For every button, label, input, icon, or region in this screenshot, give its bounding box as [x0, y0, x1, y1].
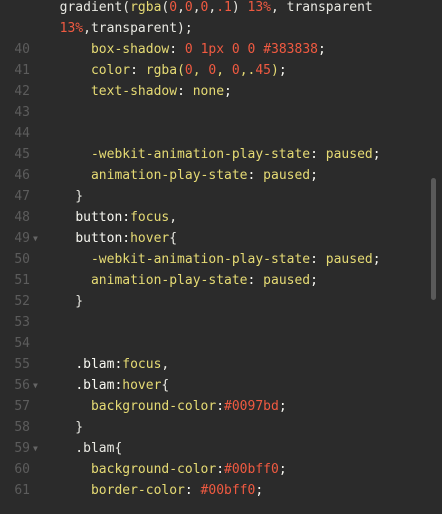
line-number: 59 [14, 441, 30, 456]
code-line: 43 [0, 102, 428, 123]
line-number: 41 [14, 63, 30, 78]
code-text: border-color: #00bff0; [90, 483, 264, 498]
code-line: 55 .blam:focus, [0, 354, 428, 375]
code-text: animation-play-state: paused; [90, 273, 318, 288]
line-number: 45 [14, 147, 30, 162]
code-line: 45 -webkit-animation-play-state: paused; [0, 144, 428, 165]
line-number: 40 [14, 42, 30, 57]
line-number: 55 [14, 357, 30, 372]
code-text: } [44, 420, 84, 435]
line-number: 49 [14, 231, 30, 246]
line-number: 58 [14, 420, 30, 435]
code-line: 61 border-color: #00bff0; [0, 480, 428, 501]
code-text: 13%,transparent); [59, 21, 193, 36]
line-number: 52 [14, 294, 30, 309]
line-number: 61 [14, 483, 30, 498]
code-line: 42 text-shadow: none; [0, 81, 428, 102]
code-line: 40 box-shadow: 0 1px 0 0 #383838; [0, 39, 428, 60]
code-text: animation-play-state: paused; [90, 168, 318, 183]
code-line: 52 } [0, 291, 428, 312]
code-line: 51 animation-play-state: paused; [0, 270, 428, 291]
scrollbar-thumb[interactable] [431, 178, 436, 300]
fold-arrow-icon[interactable]: ▼ [33, 228, 38, 249]
code-line: 48 button:focus, [0, 207, 428, 228]
code-text: } [44, 189, 84, 204]
code-line: 58 } [0, 417, 428, 438]
code-text: background-color:#00bff0; [90, 462, 287, 477]
code-line: 41 color: rgba(0, 0, 0,.45); [0, 60, 428, 81]
code-line: 46 animation-play-state: paused; [0, 165, 428, 186]
line-number: 50 [14, 252, 30, 267]
code-text: -webkit-animation-play-state: paused; [90, 147, 381, 162]
vertical-scrollbar[interactable] [428, 0, 442, 514]
code-line: 59 ▼ .blam{ [0, 438, 428, 459]
code-editor[interactable]: gradient(rgba(0,0,0,.1) 13%, transparent… [0, 0, 442, 514]
code-text: text-shadow: none; [90, 84, 232, 99]
code-area[interactable]: gradient(rgba(0,0,0,.1) 13%, transparent… [0, 0, 428, 514]
code-text: .blam{ [44, 441, 123, 456]
line-number: 57 [14, 399, 30, 414]
code-text: .blam:hover{ [75, 378, 170, 393]
code-text: -webkit-animation-play-state: paused; [90, 252, 381, 267]
line-number: 43 [14, 105, 30, 120]
line-number: 44 [14, 126, 30, 141]
code-line: 50 -webkit-animation-play-state: paused; [0, 249, 428, 270]
code-line: 47 } [0, 186, 428, 207]
code-line: 54 [0, 333, 428, 354]
line-number: 42 [14, 84, 30, 99]
code-text: .blam:focus, [75, 357, 170, 372]
fold-arrow-icon[interactable]: ▼ [33, 375, 38, 396]
code-line: 57 background-color:#0097bd; [0, 396, 428, 417]
line-number: 53 [14, 315, 30, 330]
line-number: 47 [14, 189, 30, 204]
code-line: 49 ▼ button:hover{ [0, 228, 428, 249]
code-line: 56 ▼ .blam:hover{ [0, 375, 428, 396]
code-text: } [44, 294, 84, 309]
code-text: gradient(rgba(0,0,0,.1) 13%, transparent [44, 0, 373, 15]
code-line: 13%,transparent); [0, 18, 428, 39]
line-number: 54 [14, 336, 30, 351]
code-text: button:focus, [75, 210, 178, 225]
fold-arrow-icon[interactable]: ▼ [33, 438, 38, 459]
code-line: 60 background-color:#00bff0; [0, 459, 428, 480]
line-number: 56 [14, 378, 30, 393]
code-text: box-shadow: 0 1px 0 0 #383838; [90, 42, 326, 57]
code-line: 44 [0, 123, 428, 144]
code-line: 53 [0, 312, 428, 333]
code-text: background-color:#0097bd; [90, 399, 287, 414]
code-text: button:hover{ [75, 231, 178, 246]
code-line: gradient(rgba(0,0,0,.1) 13%, transparent [0, 0, 428, 18]
line-number: 48 [14, 210, 30, 225]
line-number: 46 [14, 168, 30, 183]
line-number: 60 [14, 462, 30, 477]
line-number: 51 [14, 273, 30, 288]
code-text: color: rgba(0, 0, 0,.45); [90, 63, 287, 78]
